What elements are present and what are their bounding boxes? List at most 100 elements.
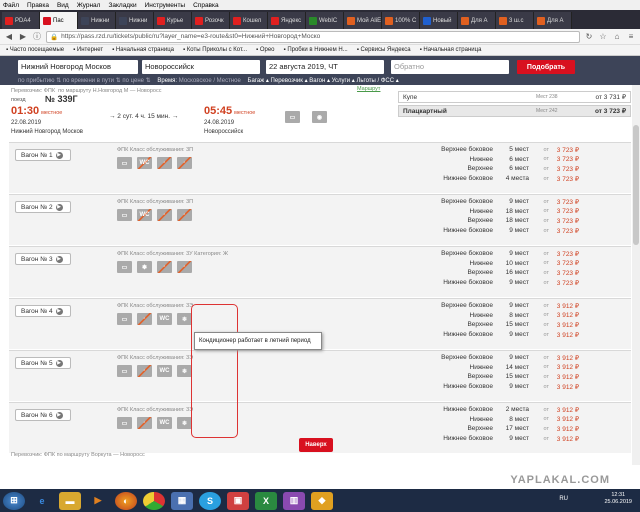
date-input[interactable]: 22 августа 2019, ЧТ bbox=[266, 60, 384, 74]
skype-icon[interactable]: S bbox=[199, 491, 221, 510]
menu-item[interactable]: Правка bbox=[27, 2, 49, 9]
seat-row[interactable]: Верхнее боковое 9 мест от 3 723 ₽ bbox=[423, 197, 588, 207]
ie-icon[interactable]: e bbox=[31, 492, 53, 510]
photo-icon[interactable]: ▦ bbox=[171, 491, 193, 510]
seat-row[interactable]: Нижнее 18 мест от 3 723 ₽ bbox=[423, 207, 588, 217]
bookmark-item[interactable]: ▪ Сервисы Яндекса bbox=[357, 47, 411, 53]
seat-row[interactable]: Верхнее 15 мест от 3 912 ₽ bbox=[423, 372, 588, 382]
menu-item[interactable]: Вид bbox=[57, 2, 69, 9]
browser-tab[interactable]: Нижни bbox=[116, 12, 154, 29]
time-toggle[interactable]: Московское / Местное bbox=[179, 78, 241, 84]
seat-row[interactable]: Нижнее 6 мест от 3 723 ₽ bbox=[423, 155, 588, 165]
browser-tab[interactable]: Для А bbox=[534, 12, 572, 29]
wagon-button[interactable]: Вагон № 2 ▶ bbox=[15, 201, 71, 213]
url-text: https://pass.rzd.ru/tickets/public/ru?la… bbox=[61, 33, 321, 40]
reload-icon[interactable]: ↻ bbox=[584, 32, 594, 42]
bookmark-item[interactable]: ▪ Начальная страница bbox=[420, 47, 482, 53]
browser-tab[interactable]: WebIC bbox=[306, 12, 344, 29]
browser-tab[interactable]: Пас bbox=[40, 12, 78, 29]
bookmark-item[interactable]: ▪ Коты Приколы с Кот... bbox=[183, 47, 247, 53]
menu-item[interactable]: Закладки bbox=[108, 2, 136, 9]
firefox-icon[interactable]: ◐ bbox=[115, 491, 137, 510]
seat-row[interactable]: Нижнее боковое 9 мест от 3 912 ₽ bbox=[423, 330, 588, 340]
wagon-button[interactable]: Вагон № 1 ▶ bbox=[15, 149, 71, 161]
return-date-input[interactable]: Обратно bbox=[391, 60, 509, 74]
clock[interactable]: 12:31 25.06.2019 bbox=[604, 492, 632, 506]
back-icon[interactable]: ◀ bbox=[4, 32, 14, 42]
browser-icon[interactable]: ◆ bbox=[311, 491, 333, 510]
seat-row[interactable]: Верхнее 18 мест от 3 723 ₽ bbox=[423, 216, 588, 226]
bookmark-star-icon[interactable]: ☆ bbox=[598, 32, 608, 42]
menu-item[interactable]: Справка bbox=[193, 2, 219, 9]
language-indicator[interactable]: RU bbox=[559, 496, 568, 502]
browser-tab[interactable]: Яндекс bbox=[268, 12, 306, 29]
pets-icon: ✽ bbox=[137, 261, 152, 273]
seat-row[interactable]: Нижнее 8 мест от 3 912 ₽ bbox=[423, 415, 588, 425]
kupe-row[interactable]: Купе Мест 238 от 3 731 ₽ bbox=[398, 91, 631, 103]
seat-row[interactable]: Верхнее боковое 9 мест от 3 723 ₽ bbox=[423, 249, 588, 259]
scrollbar-thumb[interactable] bbox=[633, 125, 639, 245]
bookmark-item[interactable]: ▪ Начальная страница bbox=[112, 47, 174, 53]
seat-row[interactable]: Нижнее боковое 4 места от 3 723 ₽ bbox=[423, 174, 588, 184]
browser-tab[interactable]: 3 ш.с bbox=[496, 12, 534, 29]
forward-icon[interactable]: ▶ bbox=[18, 32, 28, 42]
bookmark-item[interactable]: ▪ Орео bbox=[256, 47, 274, 53]
browser-tab[interactable]: Нижни bbox=[78, 12, 116, 29]
seat-row[interactable]: Верхнее 16 мест от 3 723 ₽ bbox=[423, 268, 588, 278]
browser-tab[interactable]: Новый bbox=[420, 12, 458, 29]
search-button[interactable]: Подобрать bbox=[517, 60, 575, 74]
wagon-button[interactable]: Вагон № 6 ▶ bbox=[15, 409, 71, 421]
info-icon[interactable]: ⓘ bbox=[32, 32, 42, 42]
train-number[interactable]: № 339Г bbox=[45, 94, 78, 104]
seat-row[interactable]: Верхнее боковое 5 мест от 3 723 ₽ bbox=[423, 145, 588, 155]
menu-item[interactable]: Журнал bbox=[77, 2, 101, 9]
seat-row[interactable]: Нижнее боковое 9 мест от 3 912 ₽ bbox=[423, 382, 588, 392]
seat-row[interactable]: Нижнее 8 мест от 3 912 ₽ bbox=[423, 311, 588, 321]
excel-icon[interactable]: X bbox=[255, 491, 277, 510]
wagon-button[interactable]: Вагон № 3 ▶ bbox=[15, 253, 71, 265]
seat-row[interactable]: Нижнее 14 мест от 3 912 ₽ bbox=[423, 363, 588, 373]
seat-row[interactable]: Верхнее 15 мест от 3 912 ₽ bbox=[423, 320, 588, 330]
url-bar[interactable]: 🔒 https://pass.rzd.ru/tickets/public/ru?… bbox=[46, 30, 580, 43]
browser-tab[interactable]: Курье bbox=[154, 12, 192, 29]
browser-tab[interactable]: Кошел bbox=[230, 12, 268, 29]
browser-tab[interactable]: Для А bbox=[458, 12, 496, 29]
bookmark-item[interactable]: ▪ Часто посещаемые bbox=[6, 47, 64, 53]
chrome-icon[interactable] bbox=[143, 491, 165, 510]
seat-row[interactable]: Нижнее боковое 9 мест от 3 723 ₽ bbox=[423, 226, 588, 236]
seat-row[interactable]: Нижнее боковое 2 места от 3 912 ₽ bbox=[423, 405, 588, 415]
filter-options[interactable]: Багаж ▴ Перевозчик ▴ Вагон ▴ Услуги ▴ Ль… bbox=[248, 78, 399, 84]
sort-options[interactable]: по прибытию ⇅ по времени в пути ⇅ по цен… bbox=[18, 78, 151, 84]
ac-icon: ❄ bbox=[177, 417, 192, 429]
browser-tab[interactable]: Мой AliEx bbox=[344, 12, 382, 29]
seat-row[interactable]: Нижнее боковое 9 мест от 3 912 ₽ bbox=[423, 434, 588, 444]
browser-tab[interactable]: PDA4 bbox=[2, 12, 40, 29]
wagon-button[interactable]: Вагон № 5 ▶ bbox=[15, 357, 71, 369]
wagon-button[interactable]: Вагон № 4 ▶ bbox=[15, 305, 71, 317]
menu-item[interactable]: Инструменты bbox=[145, 2, 186, 9]
menu-icon[interactable]: ≡ bbox=[626, 32, 636, 42]
seat-row[interactable]: Верхнее 6 мест от 3 723 ₽ bbox=[423, 164, 588, 174]
scrollbar[interactable] bbox=[632, 85, 640, 465]
browser-tab[interactable]: 100% C bbox=[382, 12, 420, 29]
scroll-top-button[interactable]: Наверх bbox=[299, 438, 333, 452]
browser-tab[interactable]: Розочк bbox=[192, 12, 230, 29]
bookmark-item[interactable]: ▪ Пробки в Нижнем Н... bbox=[284, 47, 348, 53]
from-input[interactable]: Нижний Новгород Москов bbox=[18, 60, 138, 74]
explorer-icon[interactable]: ▬ bbox=[59, 491, 81, 510]
seat-row[interactable]: Верхнее 17 мест от 3 912 ₽ bbox=[423, 424, 588, 434]
winrar-icon[interactable]: ▥ bbox=[283, 491, 305, 510]
start-button[interactable]: ⊞ bbox=[3, 491, 25, 510]
menu-item[interactable]: Файл bbox=[3, 2, 19, 9]
seat-row[interactable]: Верхнее боковое 9 мест от 3 912 ₽ bbox=[423, 353, 588, 363]
app-icon[interactable]: ▣ bbox=[227, 491, 249, 510]
media-player-icon[interactable]: ▶ bbox=[87, 492, 109, 510]
home-icon[interactable]: ⌂ bbox=[612, 32, 622, 42]
seat-row[interactable]: Верхнее боковое 9 мест от 3 912 ₽ bbox=[423, 301, 588, 311]
plac-row[interactable]: Плацкартный Мест 242 от 3 723 ₽ bbox=[398, 105, 631, 117]
seat-row[interactable]: Нижнее 10 мест от 3 723 ₽ bbox=[423, 259, 588, 269]
to-input[interactable]: Новороссийск bbox=[142, 60, 260, 74]
bookmark-item[interactable]: ▪ Интернет bbox=[73, 47, 103, 53]
route-link[interactable]: Маршрут bbox=[357, 86, 380, 92]
seat-row[interactable]: Нижнее боковое 9 мест от 3 723 ₽ bbox=[423, 278, 588, 288]
